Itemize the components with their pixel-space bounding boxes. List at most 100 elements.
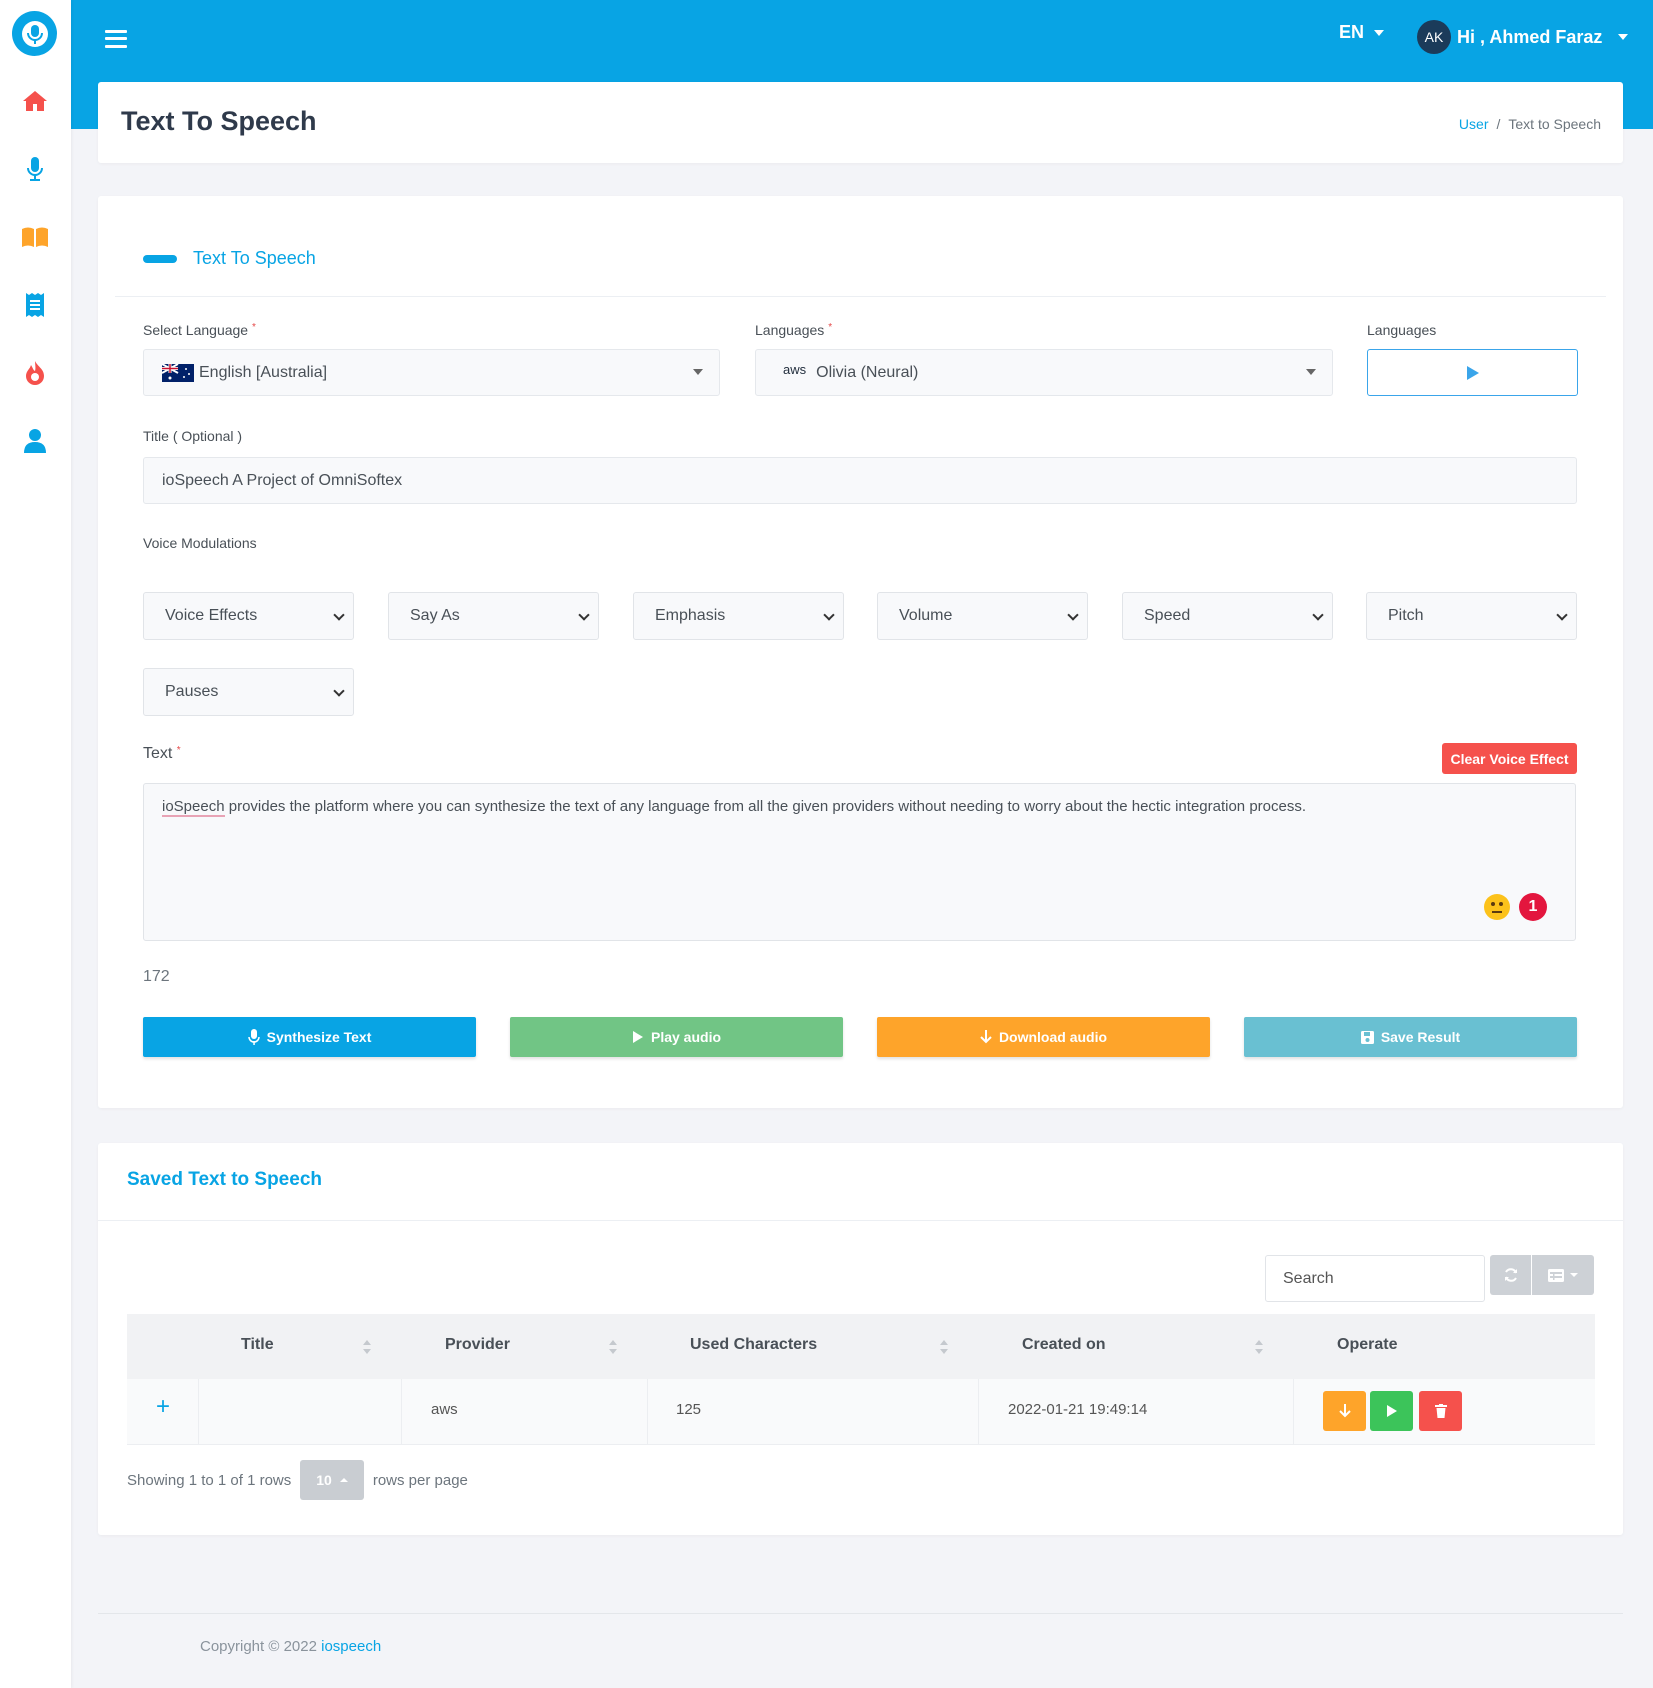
microphone-icon[interactable] bbox=[20, 154, 50, 184]
voice-effects-select[interactable]: Voice Effects bbox=[143, 592, 354, 640]
user-menu[interactable]: AK Hi , Ahmed Faraz bbox=[1417, 20, 1629, 54]
footer-copyright: Copyright © 2022 bbox=[200, 1638, 317, 1655]
page-title: Text To Speech bbox=[121, 106, 317, 136]
column-provider[interactable]: Provider bbox=[445, 1336, 510, 1354]
language-label: EN bbox=[1339, 22, 1365, 42]
row-download-button[interactable] bbox=[1323, 1391, 1366, 1431]
footer-brand-link[interactable]: iospeech bbox=[321, 1638, 381, 1655]
text-label: Text * bbox=[143, 745, 181, 762]
text-body: provides the platform where you can synt… bbox=[224, 798, 1307, 815]
breadcrumb-user-link[interactable]: User bbox=[1459, 116, 1489, 132]
character-count: 172 bbox=[143, 968, 170, 985]
play-audio-button[interactable]: Play audio bbox=[510, 1017, 843, 1057]
title-input-value: ioSpeech A Project of OmniSoftex bbox=[162, 471, 403, 489]
chevron-down-icon bbox=[333, 685, 345, 697]
language-select[interactable]: English [Australia] bbox=[143, 349, 720, 396]
download-audio-button[interactable]: Download audio bbox=[877, 1017, 1210, 1057]
synthesize-text-button[interactable]: Synthesize Text bbox=[143, 1017, 476, 1057]
trash-icon bbox=[1434, 1404, 1447, 1418]
footer: Copyright © 2022 iospeech bbox=[200, 1638, 381, 1655]
chevron-down-icon bbox=[1570, 1273, 1578, 1277]
row-used-characters: 125 bbox=[676, 1401, 702, 1418]
chevron-down-icon bbox=[578, 609, 590, 621]
row-created-on: 2022-01-21 19:49:14 bbox=[1008, 1401, 1148, 1418]
row-delete-button[interactable] bbox=[1419, 1391, 1462, 1431]
user-icon[interactable] bbox=[20, 426, 50, 456]
receipt-icon[interactable] bbox=[20, 290, 50, 320]
table-row: + aws 125 2022-01-21 19:49:14 bbox=[127, 1379, 1595, 1445]
column-used-characters[interactable]: Used Characters bbox=[690, 1336, 817, 1354]
book-icon[interactable] bbox=[20, 222, 50, 252]
chevron-down-icon bbox=[823, 609, 835, 621]
volume-select[interactable]: Volume bbox=[877, 592, 1088, 640]
chevron-up-icon bbox=[339, 1478, 348, 1482]
text-input[interactable]: ioSpeech provides the platform where you… bbox=[143, 783, 1576, 941]
language-dropdown[interactable]: EN bbox=[1339, 22, 1385, 43]
sort-icon[interactable] bbox=[363, 1340, 371, 1354]
play-icon bbox=[1386, 1405, 1397, 1417]
columns-icon bbox=[1548, 1268, 1564, 1282]
sort-icon[interactable] bbox=[1255, 1340, 1263, 1354]
play-icon bbox=[1466, 365, 1479, 380]
voices-label: Languages * bbox=[755, 322, 833, 338]
column-created-on[interactable]: Created on bbox=[1022, 1336, 1106, 1354]
user-greeting: Hi , Ahmed Faraz bbox=[1457, 26, 1603, 47]
pagination-info: Showing 1 to 1 of 1 rows bbox=[127, 1471, 292, 1489]
say-as-select[interactable]: Say As bbox=[388, 592, 599, 640]
sort-icon[interactable] bbox=[940, 1340, 948, 1354]
breadcrumb-current: Text to Speech bbox=[1508, 116, 1601, 132]
chevron-down-icon bbox=[1312, 609, 1324, 621]
columns-toggle-button[interactable] bbox=[1532, 1255, 1594, 1295]
search-placeholder: Search bbox=[1283, 1269, 1334, 1287]
page-size-dropdown[interactable]: 10 bbox=[300, 1460, 364, 1500]
section-header: Text To Speech bbox=[143, 248, 316, 269]
pauses-select[interactable]: Pauses bbox=[143, 668, 354, 716]
chevron-down-icon bbox=[1556, 609, 1568, 621]
footer-divider bbox=[98, 1613, 1623, 1614]
voice-select-value: Olivia (Neural) bbox=[816, 363, 919, 381]
aws-logo-icon: aws bbox=[783, 362, 807, 377]
microphone-icon bbox=[247, 1029, 260, 1045]
grammar-badge[interactable]: 1 bbox=[1519, 893, 1547, 921]
sidebar bbox=[0, 0, 71, 1688]
column-title[interactable]: Title bbox=[241, 1336, 274, 1354]
breadcrumb-separator: / bbox=[1496, 116, 1501, 132]
arrow-down-icon bbox=[1338, 1404, 1351, 1418]
preview-play-button[interactable] bbox=[1367, 349, 1578, 396]
search-input[interactable]: Search bbox=[1265, 1255, 1485, 1302]
fire-icon[interactable] bbox=[20, 358, 50, 388]
refresh-icon bbox=[1504, 1268, 1517, 1282]
save-result-button[interactable]: Save Result bbox=[1244, 1017, 1577, 1057]
column-operate: Operate bbox=[1337, 1336, 1398, 1353]
rows-per-page-label: rows per page bbox=[372, 1471, 468, 1489]
row-play-button[interactable] bbox=[1370, 1391, 1413, 1431]
australia-flag-icon bbox=[162, 363, 194, 382]
select-language-label: Select Language * bbox=[143, 322, 256, 338]
text-first-word: ioSpeech bbox=[162, 798, 225, 817]
section-marker bbox=[143, 254, 177, 263]
play-icon bbox=[632, 1031, 643, 1043]
pagination: Showing 1 to 1 of 1 rows 10 rows per pag… bbox=[127, 1460, 468, 1500]
speed-select[interactable]: Speed bbox=[1122, 592, 1333, 640]
title-label: Title ( Optional ) bbox=[143, 428, 243, 444]
expand-row-button[interactable]: + bbox=[156, 1393, 170, 1421]
tts-form-card: Text To Speech Select Language * English… bbox=[98, 196, 1623, 1108]
emoji-icon[interactable] bbox=[1484, 894, 1510, 920]
refresh-button[interactable] bbox=[1490, 1255, 1531, 1295]
pitch-select[interactable]: Pitch bbox=[1366, 592, 1577, 640]
page-header-card: Text To Speech User / Text to Speech bbox=[98, 82, 1623, 163]
title-input[interactable]: ioSpeech A Project of OmniSoftex bbox=[143, 457, 1577, 504]
logo-icon[interactable] bbox=[12, 11, 57, 56]
saved-section-title: Saved Text to Speech bbox=[127, 1169, 322, 1190]
chevron-down-icon bbox=[333, 609, 345, 621]
voice-select[interactable]: aws Olivia (Neural) bbox=[755, 349, 1333, 396]
chevron-down-icon bbox=[693, 369, 703, 375]
menu-toggle-icon[interactable] bbox=[105, 28, 127, 50]
voice-modulations-label: Voice Modulations bbox=[143, 535, 257, 551]
home-icon[interactable] bbox=[20, 86, 50, 116]
emphasis-select[interactable]: Emphasis bbox=[633, 592, 844, 640]
sort-icon[interactable] bbox=[609, 1340, 617, 1354]
clear-voice-effect-button[interactable]: Clear Voice Effect bbox=[1442, 743, 1577, 774]
chevron-down-icon bbox=[1374, 29, 1385, 36]
preview-label: Languages bbox=[1367, 322, 1437, 338]
